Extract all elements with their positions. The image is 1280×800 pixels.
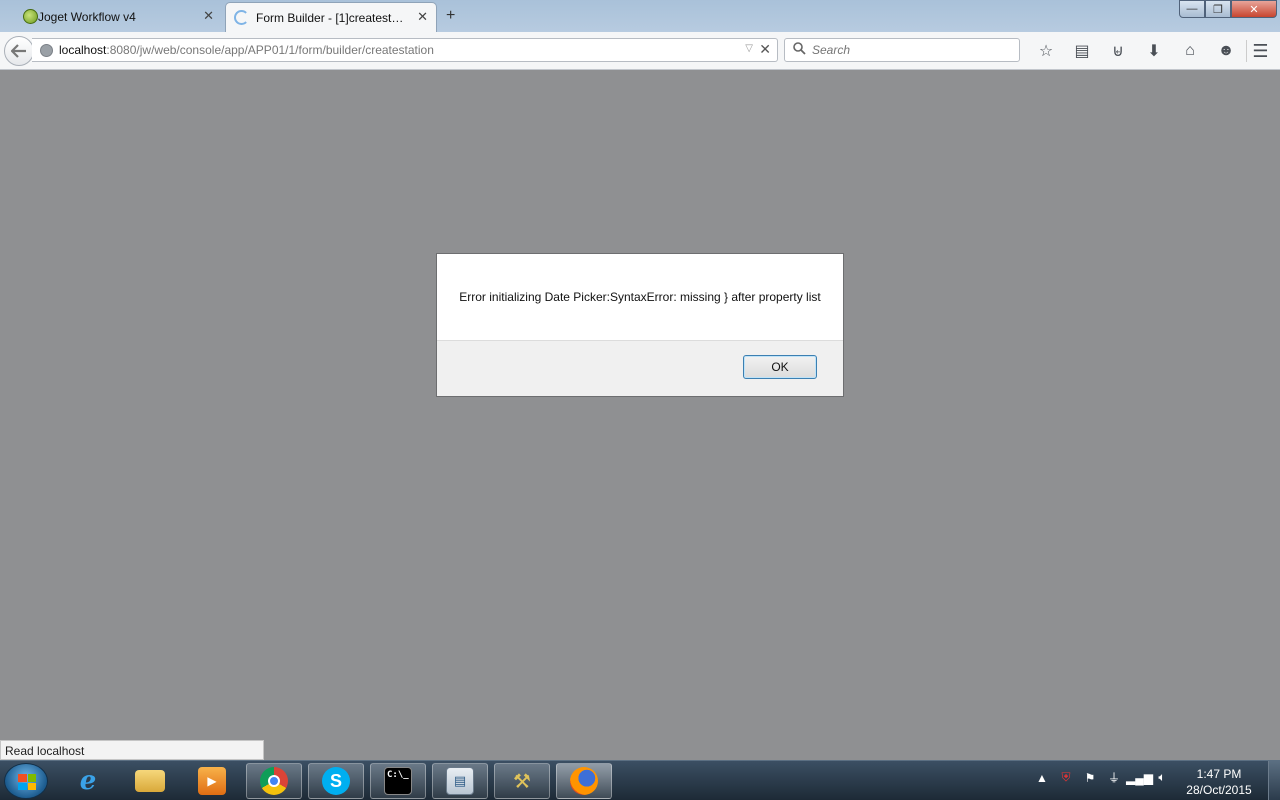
close-icon[interactable]: ✕ xyxy=(417,9,428,25)
loading-icon xyxy=(234,10,249,25)
volume-icon[interactable]: 🔈︎ xyxy=(1150,770,1174,785)
new-tab-button[interactable]: + xyxy=(446,7,455,25)
news-app-icon: ▤ xyxy=(446,767,474,795)
url-bar[interactable]: localhost:8080/jw/web/console/app/APP01/… xyxy=(32,38,778,62)
clock-time: 1:47 PM xyxy=(1196,767,1242,781)
url-host: localhost xyxy=(59,43,107,57)
taskbar-tools[interactable]: ⚒ xyxy=(494,763,550,799)
bookmark-star-icon[interactable]: ☆ xyxy=(1028,40,1064,62)
ok-button[interactable]: OK xyxy=(743,355,817,379)
tab-joget-workflow[interactable]: Joget Workflow v4 ✕ xyxy=(14,2,222,32)
minimize-button[interactable]: — xyxy=(1179,0,1205,18)
window-controls: — ❐ ✕ xyxy=(1179,0,1277,18)
taskbar: e ▶ S C:\_ ▤ ⚒ ▲ ⛨ ⚑ ⏚ ▂▄▆ 🔈︎ 1:47 PM 28… xyxy=(0,760,1280,800)
taskbar-command-prompt[interactable]: C:\_ xyxy=(370,763,426,799)
taskbar-chrome[interactable] xyxy=(246,763,302,799)
show-desktop-button[interactable] xyxy=(1268,761,1280,800)
status-bar: Read localhost xyxy=(0,740,264,760)
window-close-button[interactable]: ✕ xyxy=(1231,0,1277,18)
joget-icon xyxy=(23,9,38,24)
tab-form-builder[interactable]: Form Builder - [1]createsta... ✕ xyxy=(225,2,437,32)
search-icon xyxy=(793,42,806,58)
url-path: :8080/jw/web/console/app/APP01/1/form/bu… xyxy=(106,43,434,57)
taskbar-media-player[interactable]: ▶ xyxy=(184,763,240,799)
action-center-flag-icon[interactable]: ⚑ xyxy=(1078,771,1102,785)
close-icon[interactable]: ✕ xyxy=(203,8,214,24)
taskbar-file-explorer[interactable] xyxy=(122,763,178,799)
tools-icon: ⚒ xyxy=(513,770,531,793)
back-arrow-icon xyxy=(11,44,26,58)
hamburger-menu-icon[interactable]: ☰ xyxy=(1246,40,1274,62)
media-player-icon: ▶ xyxy=(198,767,226,795)
start-button[interactable] xyxy=(4,763,48,799)
windows-logo-icon xyxy=(18,774,36,790)
search-input[interactable] xyxy=(812,43,1002,57)
taskbar-news-app[interactable]: ▤ xyxy=(432,763,488,799)
file-explorer-icon xyxy=(135,770,165,792)
search-bar[interactable] xyxy=(784,38,1020,62)
command-prompt-icon: C:\_ xyxy=(384,767,412,795)
network-signal-icon[interactable]: ▂▄▆ xyxy=(1126,771,1153,785)
skype-icon: S xyxy=(322,767,350,795)
clock-date: 28/Oct/2015 xyxy=(1186,783,1252,797)
antivirus-shield-icon[interactable]: ⛨ xyxy=(1054,770,1078,785)
maximize-button[interactable]: ❐ xyxy=(1205,0,1231,18)
pocket-icon[interactable]: ⊌ xyxy=(1100,40,1136,62)
dialog-message: Error initializing Date Picker:SyntaxErr… xyxy=(459,290,821,304)
back-button[interactable] xyxy=(4,36,34,66)
power-plug-icon[interactable]: ⏚ xyxy=(1102,769,1126,786)
internet-explorer-icon: e xyxy=(79,766,97,796)
download-icon[interactable]: ⬇ xyxy=(1136,40,1172,62)
firefox-icon xyxy=(570,767,598,795)
reading-list-icon[interactable]: ▤ xyxy=(1064,40,1100,62)
taskbar-skype[interactable]: S xyxy=(308,763,364,799)
tab-label: Form Builder - [1]createsta... xyxy=(256,10,406,25)
taskbar-firefox[interactable] xyxy=(556,763,612,799)
system-tray: ▲ ⛨ ⚑ ⏚ ▂▄▆ 🔈︎ xyxy=(1030,769,1174,786)
dropdown-arrow-icon[interactable]: ▽ xyxy=(745,43,753,54)
toolbar-icons: ☆ ▤ ⊌ ⬇ ⌂ ☻ xyxy=(1028,40,1244,62)
home-icon[interactable]: ⌂ xyxy=(1172,40,1208,62)
tab-strip: Joget Workflow v4 ✕ Form Builder - [1]cr… xyxy=(0,0,1280,32)
chrome-icon xyxy=(260,767,288,795)
globe-icon xyxy=(40,43,53,57)
chat-icon[interactable]: ☻ xyxy=(1208,40,1244,62)
alert-dialog: Error initializing Date Picker:SyntaxErr… xyxy=(436,253,844,397)
taskbar-internet-explorer[interactable]: e xyxy=(60,763,116,799)
taskbar-clock[interactable]: 1:47 PM 28/Oct/2015 xyxy=(1184,766,1254,798)
navigation-bar: localhost:8080/jw/web/console/app/APP01/… xyxy=(0,32,1280,70)
stop-icon[interactable]: ✕ xyxy=(759,41,771,58)
tray-expand-icon[interactable]: ▲ xyxy=(1030,771,1054,785)
dialog-footer: OK xyxy=(437,340,843,396)
url-text[interactable]: localhost:8080/jw/web/console/app/APP01/… xyxy=(59,43,434,57)
tab-label: Joget Workflow v4 xyxy=(38,10,136,24)
